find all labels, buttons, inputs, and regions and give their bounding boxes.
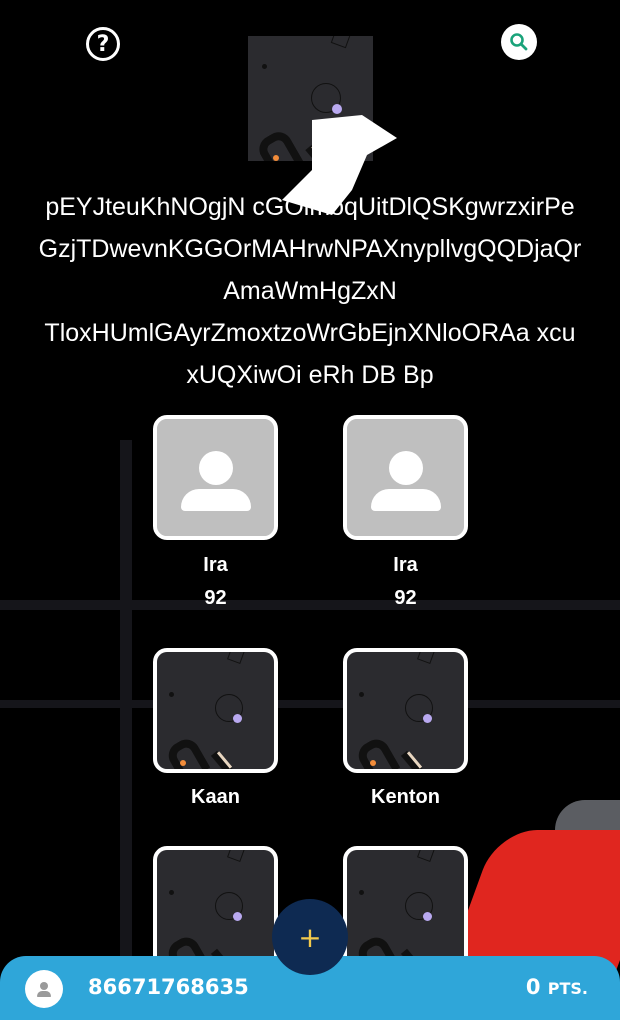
background-grid-line: [0, 600, 620, 610]
member-name: Ira: [203, 554, 228, 576]
member-name: Kaan: [191, 786, 240, 808]
member-card[interactable]: [343, 415, 468, 540]
question-circle-icon: ?: [96, 31, 110, 57]
title-line: GzjTDwevnKGGOrMAHrwNPAXnypllvgQQDjaQr: [38, 235, 582, 263]
add-button[interactable]: +: [272, 899, 348, 975]
background-grid-line: [120, 440, 132, 1020]
search-button[interactable]: [501, 24, 537, 60]
pattern-art-image: [347, 652, 464, 769]
member-score: 92: [394, 587, 417, 609]
member-card[interactable]: [343, 648, 468, 773]
default-avatar-icon: [157, 419, 274, 536]
pattern-art-image: [157, 850, 274, 967]
default-avatar-icon: [347, 419, 464, 536]
member-name: Kenton: [371, 786, 440, 808]
title-line: pEYJteuKhNOgjN cGOimoqUitDlQSKgwrzxirPe: [45, 193, 575, 221]
background-grid-line: [0, 700, 620, 708]
member-score: 92: [204, 587, 227, 609]
member-name: Ira: [393, 554, 418, 576]
pattern-art-image: [157, 652, 274, 769]
plus-icon: +: [298, 920, 322, 954]
points-display: 0 PTS.: [526, 975, 588, 999]
title-line: xUQXiwOi eRh DB Bp: [186, 361, 434, 389]
member-card[interactable]: [153, 415, 278, 540]
help-button[interactable]: ?: [86, 27, 120, 61]
member-card[interactable]: [153, 846, 278, 971]
group-title: pEYJteuKhNOgjN cGOimoqUitDlQSKgwrzxirPe …: [0, 186, 620, 396]
member-card[interactable]: [343, 846, 468, 971]
user-avatar-icon[interactable]: [25, 970, 63, 1008]
app-screen: ? pEYJteuKhNOgjN cGOimoqUitDlQSKgwrzxirP…: [0, 0, 620, 1020]
title-line: TloxHUmlGAyrZmoxtzoWrGbEjnXNloORAa xcu: [44, 319, 576, 347]
title-line: AmaWmHgZxN: [223, 277, 397, 305]
member-card[interactable]: [153, 648, 278, 773]
pattern-art-image: [347, 850, 464, 967]
user-id: 86671768635: [88, 975, 249, 999]
points-unit: PTS.: [547, 979, 588, 998]
points-value: 0: [525, 975, 541, 999]
search-icon: [510, 33, 528, 51]
